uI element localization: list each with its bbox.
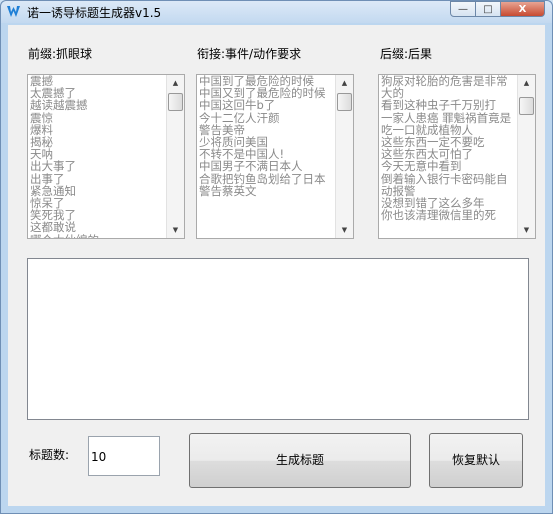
scroll-thumb[interactable]	[337, 93, 352, 111]
list-item[interactable]: 中国这回牛b了	[199, 99, 335, 111]
title-bar[interactable]: 诺一诱导标题生成器v1.5 — □ X	[1, 1, 552, 23]
list-item[interactable]: 今天无意中看到	[381, 160, 517, 172]
list-item[interactable]: 看到这种虫子千万别打	[381, 99, 517, 111]
suffix-listbox[interactable]: 狗尿对轮胎的危害是非常大的 看到这种虫子千万别打 一家人患癌 罪魁祸首竟是 吃一口就成…	[378, 74, 536, 239]
scroll-thumb[interactable]	[168, 93, 183, 111]
list-item[interactable]: 中国男子不满日本人	[199, 160, 335, 172]
generate-button[interactable]: 生成标题	[189, 433, 411, 488]
list-item[interactable]: 狗尿对轮胎的危害是非常大的	[381, 75, 517, 99]
list-item[interactable]: 倒着输入银行卡密码能自动报警	[381, 172, 517, 197]
connector-label: 衔接:事件/动作要求	[197, 47, 302, 61]
reset-button[interactable]: 恢复默认	[429, 433, 523, 488]
title-count-input[interactable]: 10	[88, 436, 160, 476]
scroll-up-icon[interactable]: ▲	[167, 75, 184, 91]
scroll-down-icon[interactable]: ▼	[518, 222, 535, 238]
scroll-thumb[interactable]	[519, 97, 534, 115]
suffix-scrollbar[interactable]: ▲ ▼	[517, 75, 535, 238]
prefix-listbox[interactable]: 震撼 太震撼了 越读越震撼 震惊 爆料 揭秘 天呐 出大事了 出事了 紧急通知 惊呆了 笑死我了 这都敢…	[27, 74, 185, 239]
app-window: 诺一诱导标题生成器v1.5 — □ X 前缀:抓眼球 衔接:事件/动作要求 后缀…	[0, 0, 553, 514]
list-item[interactable]: 出大事了	[30, 160, 166, 172]
close-button[interactable]: X	[500, 1, 545, 17]
minimize-button[interactable]: —	[450, 1, 476, 17]
scroll-down-icon[interactable]: ▼	[336, 222, 353, 238]
window-title: 诺一诱导标题生成器v1.5	[27, 6, 162, 20]
prefix-label: 前缀:抓眼球	[28, 47, 93, 61]
suffix-list-items: 狗尿对轮胎的危害是非常大的 看到这种虫子千万别打 一家人患癌 罪魁祸首竟是 吃一口就成…	[381, 75, 517, 221]
list-item[interactable]: 一家人患癌 罪魁祸首竟是	[381, 111, 517, 123]
list-item[interactable]: 你也该清理微信里的死	[381, 209, 517, 221]
title-count-label: 标题数:	[29, 448, 70, 462]
scroll-up-icon[interactable]: ▲	[518, 75, 535, 91]
scroll-up-icon[interactable]: ▲	[336, 75, 353, 91]
list-item[interactable]: 哪个大仙编的	[30, 233, 166, 238]
list-item[interactable]: 出事了	[30, 172, 166, 184]
main-panel: 前缀:抓眼球 衔接:事件/动作要求 后缀:后果 震撼 太震撼了 越读越震撼 震惊 爆料揭…	[8, 25, 545, 506]
list-item[interactable]: 今十二亿人汗颜	[199, 111, 335, 123]
list-item[interactable]: 这都敢说	[30, 221, 166, 233]
app-logo-icon	[7, 6, 20, 17]
scroll-down-icon[interactable]: ▼	[167, 222, 184, 238]
output-textarea[interactable]	[27, 258, 529, 420]
prefix-list-items: 震撼 太震撼了 越读越震撼 震惊 爆料 揭秘 天呐 出大事了 出事了 紧急通知 惊呆了 笑死我了 这都敢…	[30, 75, 166, 238]
connector-listbox[interactable]: 中国到了最危险的时候 中国又到了最危险的时候 中国这回牛b了 今十二亿人汗颜 警告美帝少…	[196, 74, 354, 239]
connector-list-items: 中国到了最危险的时候 中国又到了最危险的时候 中国这回牛b了 今十二亿人汗颜 警告美帝少…	[199, 75, 335, 197]
suffix-label: 后缀:后果	[380, 47, 433, 61]
list-item[interactable]: 警告蔡英文	[199, 185, 335, 197]
list-item[interactable]: 震惊	[30, 111, 166, 123]
maximize-button[interactable]: □	[475, 1, 501, 17]
connector-scrollbar[interactable]: ▲ ▼	[335, 75, 353, 238]
list-item[interactable]: 越读越震撼	[30, 99, 166, 111]
prefix-scrollbar[interactable]: ▲ ▼	[166, 75, 184, 238]
list-item[interactable]: 合歌把钓鱼岛划给了日本	[199, 172, 335, 184]
